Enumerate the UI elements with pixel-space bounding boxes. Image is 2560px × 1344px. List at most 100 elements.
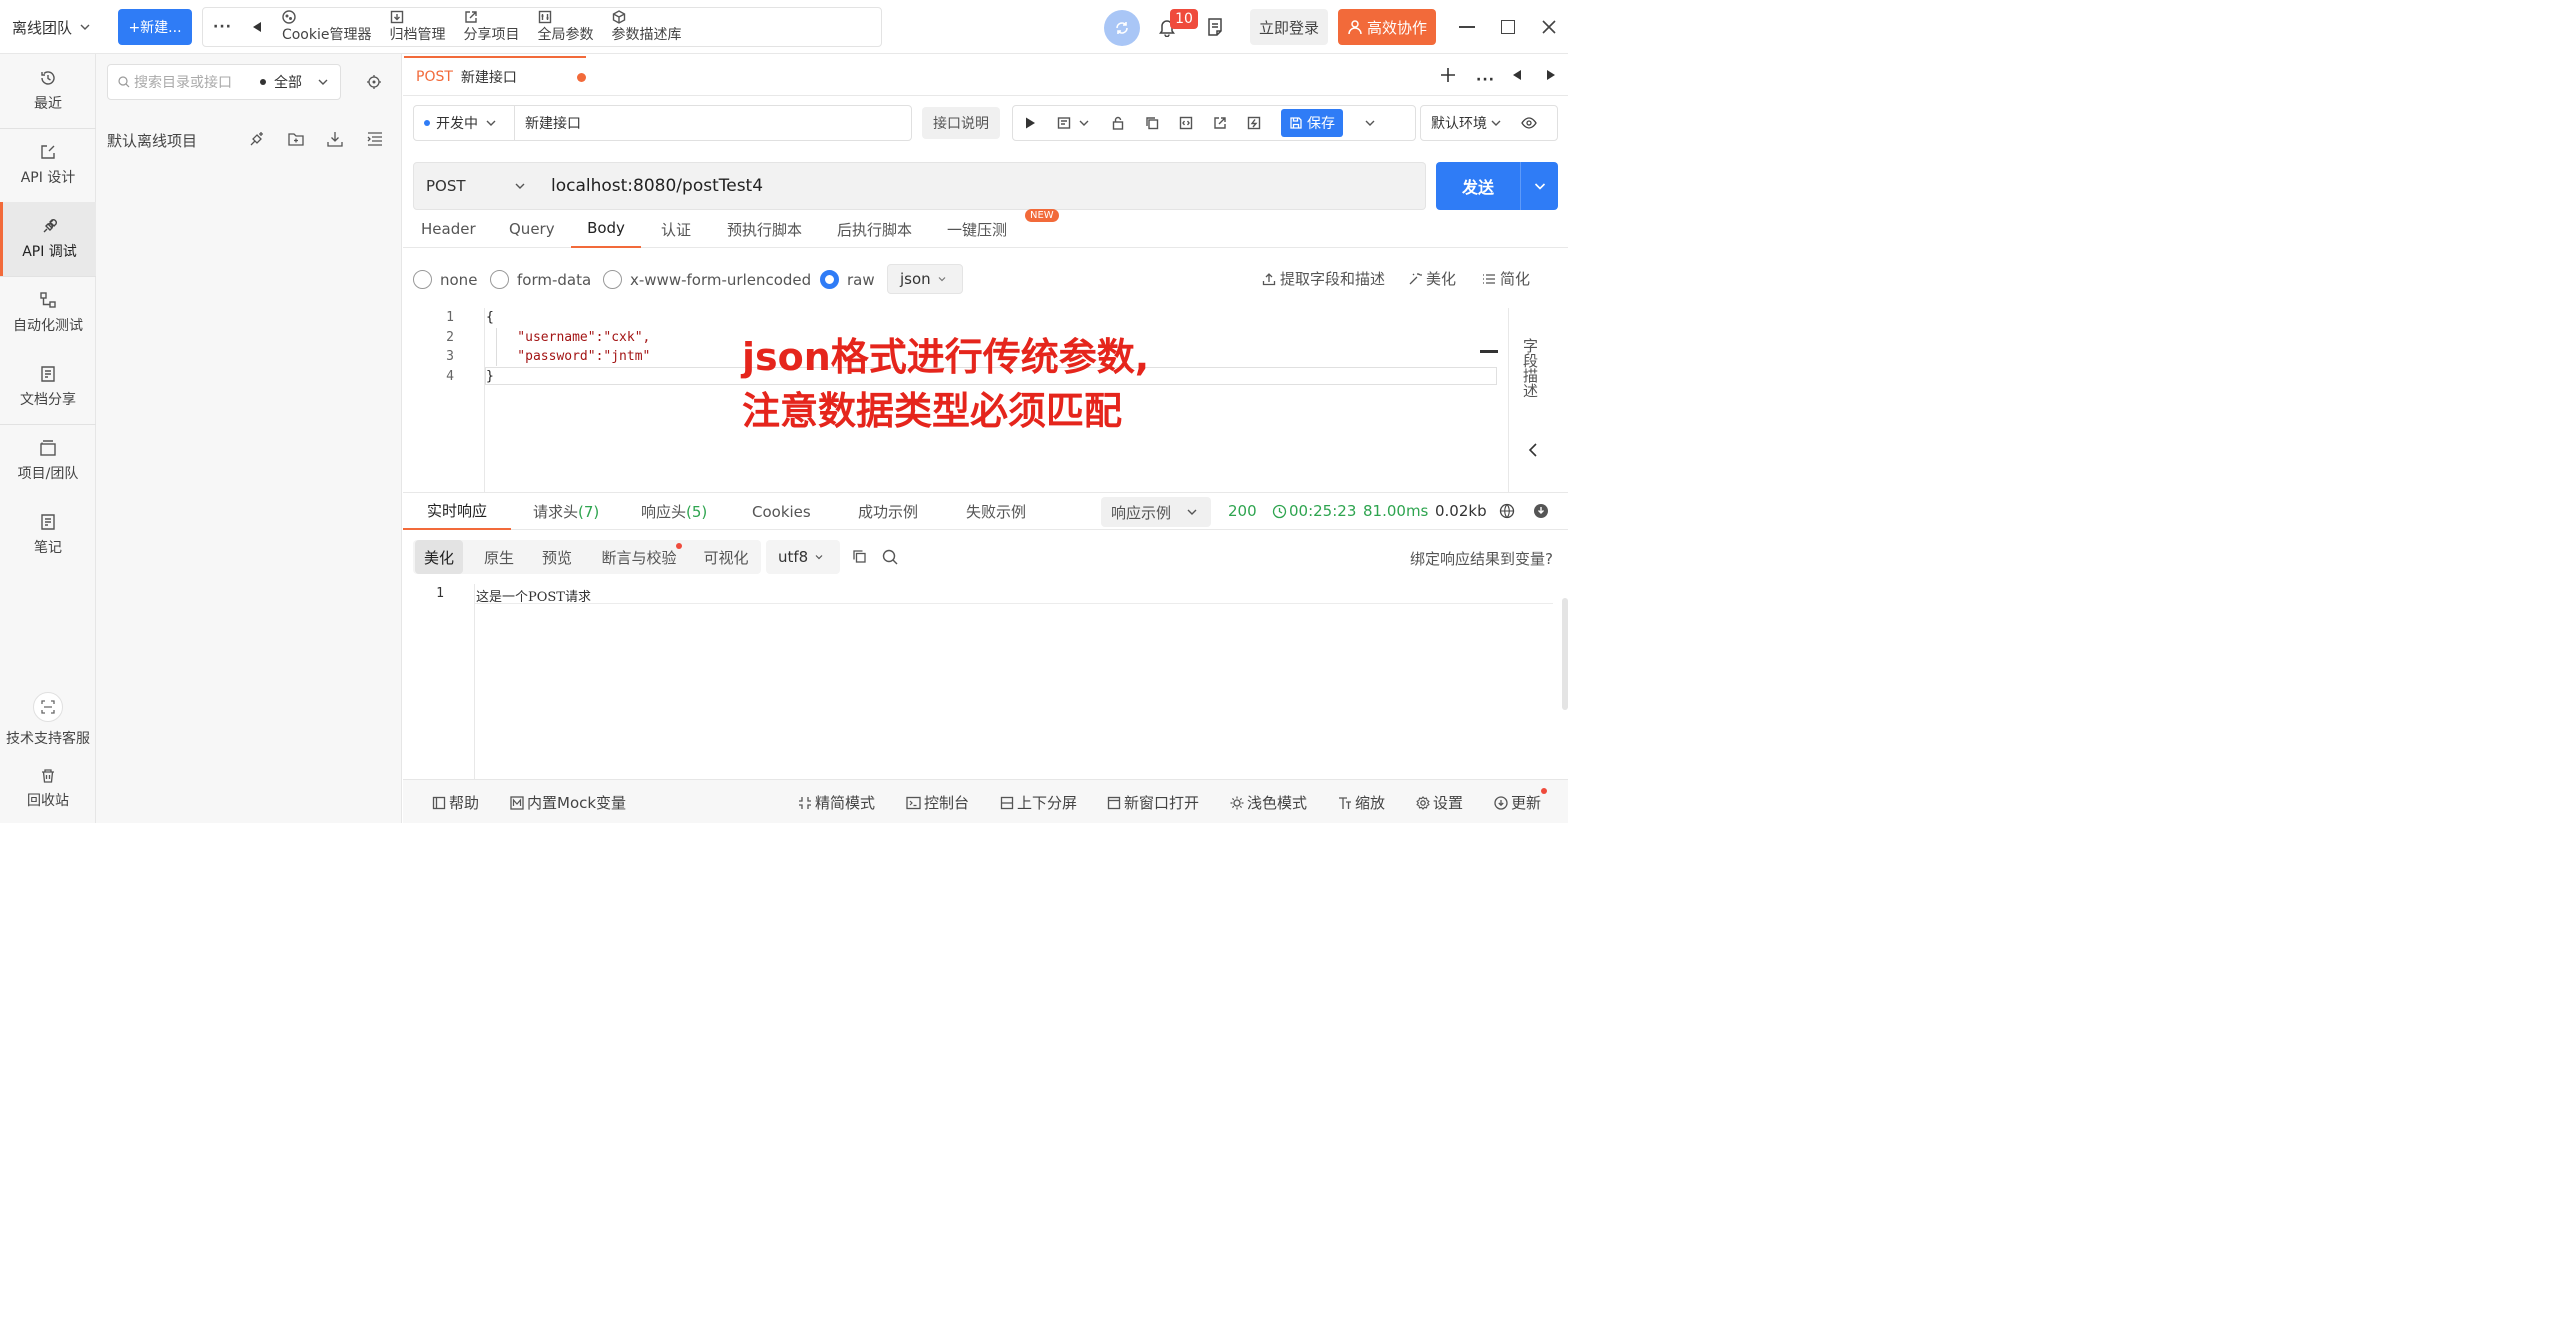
archive-button[interactable]: 归档管理	[390, 10, 446, 44]
project-settings-button[interactable]	[248, 130, 266, 148]
tab-stress-test[interactable]: 一键压测	[947, 210, 1007, 248]
zoom-button[interactable]: 缩放	[1338, 792, 1385, 813]
send-options-button[interactable]	[1520, 162, 1558, 210]
maximize-button[interactable]	[1501, 20, 1515, 34]
project-title[interactable]: 默认离线项目	[107, 130, 197, 151]
simplify-button[interactable]: 简化	[1482, 268, 1530, 289]
body-type-form-data[interactable]: form-data	[490, 270, 591, 289]
eye-icon[interactable]	[1521, 117, 1537, 129]
view-beautify[interactable]: 美化	[415, 540, 463, 574]
new-window-button[interactable]: 新窗口打开	[1107, 792, 1199, 813]
mock-vars-button[interactable]: 内置Mock变量	[510, 792, 626, 813]
nav-trash[interactable]: 回收站	[0, 756, 96, 822]
code-icon[interactable]	[1179, 116, 1193, 130]
nav-notes[interactable]: 笔记	[0, 498, 96, 572]
download-response-button[interactable]	[1533, 503, 1549, 519]
method-select[interactable]: POST	[413, 162, 540, 210]
collapse-panel-button[interactable]	[1480, 350, 1498, 353]
collapse-button[interactable]	[250, 20, 264, 34]
beautify-button[interactable]: 美化	[1408, 268, 1456, 289]
split-view-button[interactable]: 上下分屏	[1000, 792, 1077, 813]
view-raw[interactable]: 原生	[476, 540, 522, 574]
view-assertions[interactable]: 断言与校验	[596, 540, 682, 574]
body-type-urlencoded[interactable]: x-www-form-urlencoded	[603, 270, 811, 289]
tab-prev-button[interactable]	[1512, 69, 1522, 81]
environment-select[interactable]: 默认环境	[1420, 105, 1558, 141]
extract-fields-button[interactable]: 提取字段和描述	[1262, 268, 1385, 289]
encoding-select[interactable]: utf8	[766, 540, 840, 574]
field-desc-label[interactable]: 字段描述	[1521, 338, 1542, 398]
copy-icon[interactable]	[1145, 116, 1159, 130]
bind-response-link[interactable]: 绑定响应结果到变量?	[1410, 548, 1553, 569]
template-button[interactable]	[1057, 116, 1091, 130]
doc-tab-new-interface[interactable]: POST 新建接口	[404, 56, 586, 96]
tab-next-button[interactable]	[1546, 69, 1556, 81]
expand-field-desc-button[interactable]	[1528, 442, 1538, 458]
tab-failure-example[interactable]: 失败示例	[966, 493, 1026, 530]
light-mode-button[interactable]: 浅色模式	[1230, 792, 1307, 813]
import-button[interactable]	[326, 130, 344, 148]
nav-api-debug[interactable]: API 调试	[0, 202, 96, 276]
flash-icon[interactable]	[1247, 116, 1261, 130]
sync-button[interactable]	[1104, 10, 1140, 46]
tab-more-button[interactable]: ···	[1476, 72, 1495, 88]
tab-cookies[interactable]: Cookies	[752, 493, 811, 530]
network-button[interactable]	[1499, 503, 1515, 519]
unlock-icon[interactable]	[1111, 116, 1125, 130]
console-button[interactable]: 控制台	[906, 792, 969, 813]
minimize-button[interactable]	[1459, 26, 1475, 28]
login-button[interactable]: 立即登录	[1250, 9, 1328, 45]
nav-support[interactable]: 技术支持客服	[0, 680, 96, 760]
nav-api-design[interactable]: API 设计	[0, 128, 96, 202]
status-select[interactable]: 开发中	[413, 105, 515, 141]
locate-button[interactable]	[366, 74, 382, 90]
dir-filter-value[interactable]: 全部	[274, 72, 302, 92]
view-preview[interactable]: 预览	[534, 540, 580, 574]
tab-body[interactable]: Body	[571, 210, 641, 248]
tab-request-headers[interactable]: 请求头 (7)	[533, 493, 599, 530]
nav-recent[interactable]: 最近	[0, 54, 96, 128]
tab-pre-script[interactable]: 预执行脚本	[727, 210, 802, 248]
help-button[interactable]: 帮助	[432, 792, 479, 813]
body-type-none[interactable]: none	[413, 270, 477, 289]
close-window-button[interactable]	[1541, 19, 1557, 35]
interface-name-input[interactable]: 新建接口	[514, 105, 912, 141]
dir-search-input[interactable]: 搜索目录或接口 全部	[107, 64, 341, 100]
tab-success-example[interactable]: 成功示例	[858, 493, 918, 530]
share-project-button[interactable]: 分享项目	[464, 10, 520, 44]
url-input[interactable]: localhost:8080/postTest4	[539, 162, 1426, 210]
param-desc-lib-button[interactable]: 参数描述库	[612, 10, 682, 44]
tab-auth[interactable]: 认证	[661, 210, 691, 248]
tab-header[interactable]: Header	[421, 210, 476, 248]
raw-format-select[interactable]: json	[887, 264, 963, 294]
nav-auto-test[interactable]: 自动化测试	[0, 276, 96, 350]
new-folder-button[interactable]	[287, 130, 305, 148]
view-visualize[interactable]: 可视化	[700, 540, 752, 574]
play-icon[interactable]	[1023, 116, 1037, 130]
compact-mode-button[interactable]: 精简模式	[798, 792, 875, 813]
response-example-select[interactable]: 响应示例	[1101, 497, 1211, 527]
notes-button[interactable]	[1206, 17, 1224, 37]
add-tab-button[interactable]	[1440, 67, 1456, 83]
tab-live-response[interactable]: 实时响应	[403, 493, 511, 530]
copy-response-button[interactable]	[852, 549, 867, 564]
global-params-button[interactable]: 全局参数	[538, 10, 594, 44]
sort-button[interactable]	[366, 130, 384, 148]
tab-query[interactable]: Query	[509, 210, 555, 248]
cookie-manager-button[interactable]: Cookie管理器	[282, 10, 372, 44]
nav-project-team[interactable]: 项目/团队	[0, 424, 96, 498]
collab-button[interactable]: 高效协作	[1338, 9, 1436, 45]
new-button[interactable]: +新建...	[118, 9, 192, 45]
more-button[interactable]: ···	[213, 19, 232, 35]
share-icon[interactable]	[1213, 116, 1227, 130]
search-response-button[interactable]	[882, 549, 898, 565]
tab-response-headers[interactable]: 响应头 (5)	[641, 493, 707, 530]
settings-button[interactable]: 设置	[1416, 792, 1463, 813]
team-selector[interactable]: 离线团队	[12, 14, 92, 40]
body-type-raw[interactable]: raw	[820, 270, 875, 289]
nav-doc-share[interactable]: 文档分享	[0, 350, 96, 424]
chevron-down-icon[interactable]	[1363, 116, 1377, 130]
response-scrollbar[interactable]	[1562, 598, 1568, 710]
update-button[interactable]: 更新	[1494, 792, 1541, 813]
send-button[interactable]: 发送	[1436, 162, 1558, 210]
